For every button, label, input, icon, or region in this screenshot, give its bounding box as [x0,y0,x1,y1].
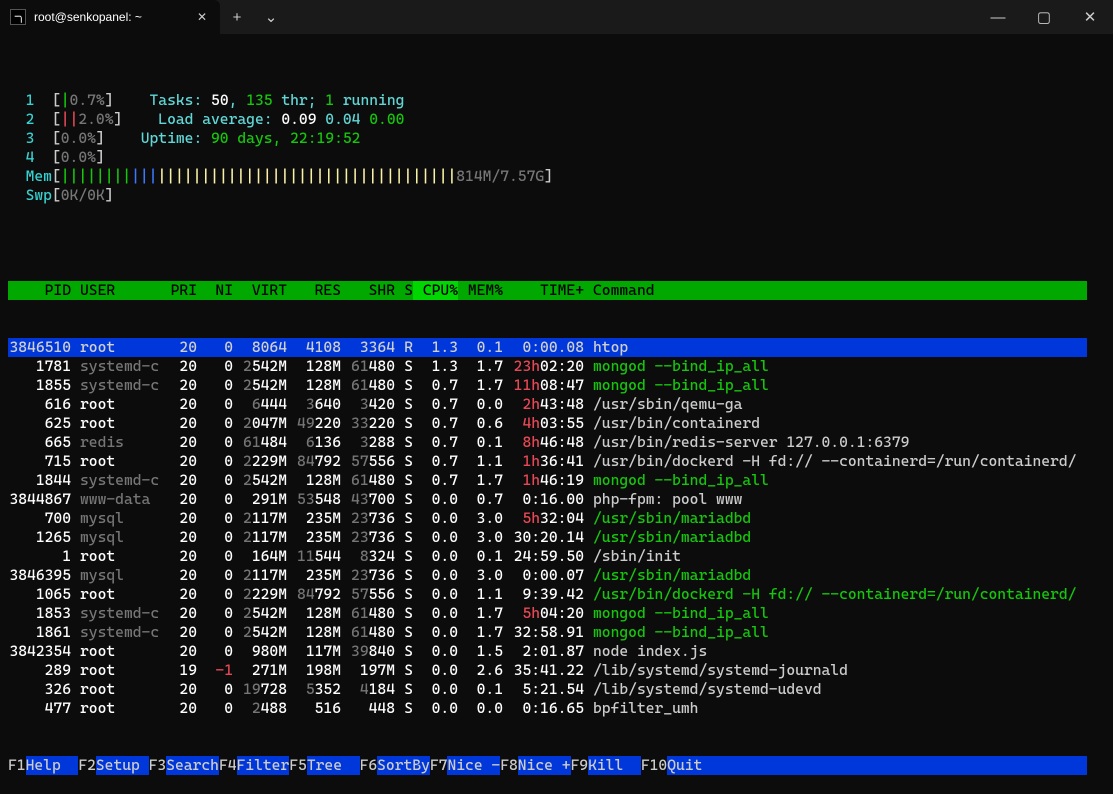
fnkey-F1[interactable]: F1 [8,756,26,775]
new-tab-button[interactable]: + [220,0,254,34]
fnlabel-F6[interactable]: SortBy [377,756,430,775]
fnlabel-F7[interactable]: Nice - [447,756,500,775]
process-row[interactable]: 326root2001972853524184S0.00.15:21.54/li… [8,680,1087,699]
fnlabel-F3[interactable]: Search [166,756,219,775]
process-row[interactable]: 715root2002229M8479257556S0.71.11h36:41/… [8,452,1087,471]
process-row[interactable]: 1265mysql2002117M235M23736S0.03.030:20.1… [8,528,1087,547]
process-row[interactable]: 665redis2006148461363288S0.70.18h46:48/u… [8,433,1087,452]
col-res[interactable]: RES [287,281,341,300]
col-pri[interactable]: PRI [161,281,197,300]
fnkey-F5[interactable]: F5 [289,756,307,775]
fnkey-F6[interactable]: F6 [360,756,378,775]
col-mem[interactable]: MEM% [458,281,503,300]
fnkey-F8[interactable]: F8 [500,756,518,775]
fnlabel-F2[interactable]: Setup [96,756,149,775]
process-row[interactable]: 3844867www-data200291M5354843700S0.00.70… [8,490,1087,509]
maximize-button[interactable]: ▢ [1021,0,1067,34]
col-pid[interactable]: PID [8,281,71,300]
fnlabel-F1[interactable]: Help [26,756,79,775]
mem-meter: Mem[||||||||||||||||||||||||||||||||||||… [8,167,1105,186]
fnkey-F7[interactable]: F7 [430,756,448,775]
process-list[interactable]: 3846510root200806441083364R1.30.10:00.08… [8,338,1105,718]
fnkey-F10[interactable]: F10 [641,756,667,775]
tab-title: root@senkopanel: ~ [34,8,142,27]
cpu-meter-1: 1 [| 0.7%]Tasks: 50, 135 thr; 1 running [8,91,1105,110]
swap-meter: Swp[ 0K/0K] [8,186,1105,205]
fnlabel-F9[interactable]: Kill [588,756,641,775]
titlebar: ╶╮ root@senkopanel: ~ ✕ + ⌄ — ▢ ✕ [0,0,1113,34]
col-s[interactable]: S [395,281,413,300]
fnkey-F4[interactable]: F4 [219,756,237,775]
process-row[interactable]: 616root200644436403420S0.70.02h43:48/usr… [8,395,1087,414]
close-window-button[interactable]: ✕ [1067,0,1113,34]
col-user[interactable]: USER [71,281,161,300]
process-row[interactable]: 477root2002488516448S0.00.00:16.65bpfilt… [8,699,1087,718]
fnkey-F3[interactable]: F3 [149,756,167,775]
col-shr[interactable]: SHR [341,281,395,300]
process-row[interactable]: 1853systemd-c2002542M128M61480S0.01.75h0… [8,604,1087,623]
process-row[interactable]: 1root200164M115448324S0.00.124:59.50/sbi… [8,547,1087,566]
fnlabel-F8[interactable]: Nice + [518,756,571,775]
process-row[interactable]: 625root2002047M4922033220S0.70.64h03:55/… [8,414,1087,433]
fnlabel-F10[interactable]: Quit [667,756,702,775]
process-row[interactable]: 1065root2002229M8479257556S0.01.19:39.42… [8,585,1087,604]
tab-dropdown-button[interactable]: ⌄ [254,0,288,34]
process-row[interactable]: 3846395mysql2002117M235M23736S0.03.00:00… [8,566,1087,585]
tab-close-button[interactable]: ✕ [194,9,210,25]
cpu-meter-2: 2 [|| 2.0%]Load average: 0.09 0.04 0.00 [8,110,1105,129]
fnlabel-F4[interactable]: Filter [237,756,290,775]
process-row[interactable]: 700mysql2002117M235M23736S0.03.05h32:04/… [8,509,1087,528]
terminal-content[interactable]: 1 [| 0.7%]Tasks: 50, 135 thr; 1 running … [0,34,1113,794]
function-key-bar: F1Help F2Setup F3SearchF4FilterF5Tree F6… [8,756,1087,775]
window-controls: — ▢ ✕ [975,0,1113,34]
cpu-meter-4: 4 [ 0.0%] [8,148,1105,167]
terminal-icon: ╶╮ [10,9,26,25]
col-ni[interactable]: NI [197,281,233,300]
process-header[interactable]: PID USER PRI NI VIRT RES SHR S CPU% MEM%… [8,281,1087,300]
cpu-meter-3: 3 [ 0.0%]Uptime: 90 days, 22:19:52 [8,129,1105,148]
col-cpu[interactable]: CPU% [413,281,458,300]
col-cmd[interactable]: Command [584,281,1087,300]
process-row[interactable]: 289root19-1271M198M197MS0.02.635:41.22/l… [8,661,1087,680]
process-row[interactable]: 1844systemd-c2002542M128M61480S0.71.71h4… [8,471,1087,490]
process-row[interactable]: 1781systemd-c2002542M128M61480S1.31.723h… [8,357,1087,376]
process-row[interactable]: 3846510root200806441083364R1.30.10:00.08… [8,338,1087,357]
fnlabel-F5[interactable]: Tree [307,756,360,775]
col-time[interactable]: TIME+ [503,281,584,300]
active-tab[interactable]: ╶╮ root@senkopanel: ~ ✕ [0,0,220,34]
fnkey-F2[interactable]: F2 [78,756,96,775]
col-virt[interactable]: VIRT [233,281,287,300]
minimize-button[interactable]: — [975,0,1021,34]
process-row[interactable]: 1855systemd-c2002542M128M61480S0.71.711h… [8,376,1087,395]
fnkey-F9[interactable]: F9 [571,756,589,775]
process-row[interactable]: 3842354root200980M117M39840S0.01.52:01.8… [8,642,1087,661]
